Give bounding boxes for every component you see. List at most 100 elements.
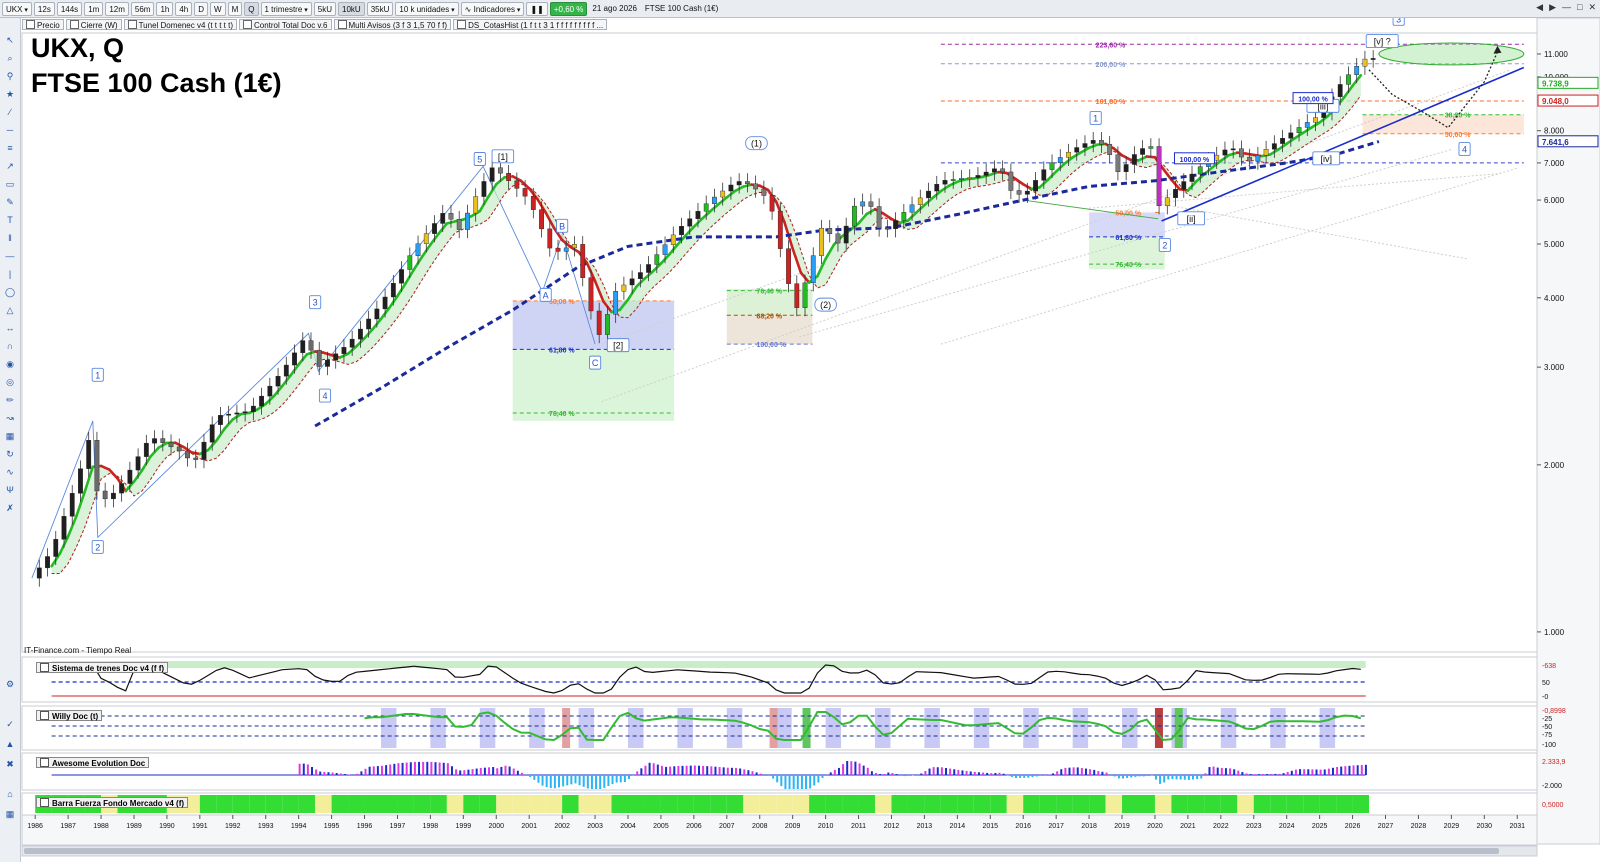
legend-multi-avisos[interactable]: Multi Avisos (3 f 3 1,5 70 f f) <box>333 19 452 30</box>
chart-canvas[interactable]: 11.00010.0008.0007.0006.0005.0004.0003.0… <box>0 0 1600 862</box>
awesome-bar <box>1257 774 1260 775</box>
text-icon[interactable]: T <box>4 214 16 226</box>
interval-d[interactable]: D <box>194 1 209 16</box>
pause-button[interactable]: ❚❚ <box>526 1 548 16</box>
symbol-select[interactable]: UKX <box>2 1 32 16</box>
ellipse-icon[interactable]: ◯ <box>4 286 16 298</box>
panel-label-trenes[interactable]: Sistema de trenes Doc v4 (f f) <box>36 662 169 673</box>
indicator-add-icon[interactable]: ⚙ <box>4 678 16 690</box>
cursor-icon[interactable]: ↖ <box>4 34 16 46</box>
star-icon[interactable]: ★ <box>4 88 16 100</box>
fib-icon[interactable]: ≡ <box>4 142 16 154</box>
awesome-bar <box>1171 775 1174 780</box>
awesome-bar <box>1290 770 1293 775</box>
awesome-bar <box>1068 767 1071 775</box>
channel-icon[interactable]: ‖ <box>4 232 16 244</box>
search-icon[interactable]: ⚲ <box>4 70 16 82</box>
interval-144s[interactable]: 144s <box>56 1 83 16</box>
units-5ku[interactable]: 5kU <box>313 1 336 16</box>
interval-q[interactable]: Q <box>244 1 259 16</box>
fuerza-bar <box>660 795 678 813</box>
awesome-bar <box>1134 775 1137 777</box>
candle-body <box>333 353 339 361</box>
forward-icon[interactable]: ▶ <box>1549 2 1556 13</box>
trendline-icon[interactable]: ∕ <box>4 106 16 118</box>
scrollbar-thumb[interactable] <box>24 848 1499 854</box>
candle-body <box>250 405 256 412</box>
awesome-bar <box>1154 775 1157 780</box>
cycle-icon[interactable]: ↻ <box>4 448 16 460</box>
check-icon[interactable]: ✓ <box>4 718 16 730</box>
triangle-icon[interactable]: △ <box>4 304 16 316</box>
awesome-bar <box>829 772 832 775</box>
wave-label: 1 <box>95 370 100 380</box>
legend-close[interactable]: Cierre (W) <box>65 19 122 30</box>
hline-icon[interactable]: — <box>4 250 16 262</box>
legend-price[interactable]: Precio <box>22 19 64 30</box>
vline-icon[interactable]: | <box>4 268 16 280</box>
interval-1m[interactable]: 1m <box>84 1 104 16</box>
candle-body <box>893 220 898 229</box>
year-label: 1997 <box>390 823 406 830</box>
interval-4h[interactable]: 4h <box>175 1 193 16</box>
brush-icon[interactable]: ✏ <box>4 394 16 406</box>
delete-drawings-icon[interactable]: ✗ <box>4 502 16 514</box>
candle-body <box>497 167 503 174</box>
interval-12m[interactable]: 12m <box>105 1 129 16</box>
awesome-bar <box>364 768 367 775</box>
line-icon[interactable]: ─ <box>4 124 16 136</box>
rectangle-icon[interactable]: ▭ <box>4 178 16 190</box>
awesome-bar <box>780 775 783 787</box>
interval-1h[interactable]: 1h <box>156 1 174 16</box>
wave-label: C <box>592 358 599 368</box>
interval-56m[interactable]: 56m <box>130 1 155 16</box>
interval-w[interactable]: W <box>210 1 226 16</box>
measure-icon[interactable]: ↔ <box>4 322 16 334</box>
home-icon[interactable]: ⌂ <box>4 788 16 800</box>
units-35ku[interactable]: 35kU <box>366 1 394 16</box>
close-icon[interactable]: ✕ <box>1588 2 1596 13</box>
fan-icon[interactable]: ↝ <box>4 412 16 424</box>
awesome-bar <box>1183 775 1186 780</box>
units-select[interactable]: 10 k unidades <box>395 1 459 16</box>
panel-label-awesome[interactable]: Awesome Evolution Doc <box>36 757 150 768</box>
checkbox-icon <box>337 20 347 29</box>
back-icon[interactable]: ◀ <box>1536 2 1543 13</box>
candle-body <box>218 415 223 425</box>
pitchfork-icon[interactable]: Ψ <box>4 484 16 496</box>
minimize-icon[interactable]: — <box>1562 2 1571 13</box>
legend-cotashist[interactable]: DS_CotasHist (1 f t t 3 1 f f f f f f f … <box>453 19 608 30</box>
candle-body <box>1074 147 1080 153</box>
magnet-icon[interactable]: ∩ <box>4 340 16 352</box>
thumbs-icon[interactable]: ▲ <box>4 738 16 750</box>
interval-m[interactable]: M <box>227 1 243 16</box>
eye-icon[interactable]: ◎ <box>4 376 16 388</box>
candle-body <box>341 347 347 354</box>
panel-label-willy[interactable]: Willy Doc (t) <box>36 710 103 721</box>
remove-icon[interactable]: ✖ <box>4 758 16 770</box>
awesome-bar <box>920 773 923 775</box>
maximize-icon[interactable]: □ <box>1577 2 1582 13</box>
awesome-bar <box>875 772 878 775</box>
arrow-icon[interactable]: ↗ <box>4 160 16 172</box>
awesome-bar <box>368 766 371 775</box>
candle-body <box>415 243 421 256</box>
units-10ku[interactable]: 10kU <box>338 1 365 16</box>
pen-icon[interactable]: ✎ <box>4 196 16 208</box>
fuerza-bar <box>1319 795 1337 813</box>
lock-icon[interactable]: ◉ <box>4 358 16 370</box>
interval-12s[interactable]: 12s <box>33 1 55 16</box>
panel-label-barra[interactable]: Barra Fuerza Fondo Mercado v4 (f) <box>36 797 189 808</box>
legend-tunel[interactable]: Tunel Domenec v4 (t t t t t) <box>123 19 237 30</box>
wave-icon[interactable]: ∿ <box>4 466 16 478</box>
awesome-bar <box>508 766 511 775</box>
fuerza-bar <box>825 795 843 813</box>
zoom-icon[interactable]: ⌕ <box>4 52 16 64</box>
indicators-button[interactable]: ∿ Indicadores <box>460 1 525 16</box>
gann-icon[interactable]: ▦ <box>4 430 16 442</box>
legend-control-total[interactable]: Control Total Doc v.6 <box>238 19 332 30</box>
grid-icon[interactable]: ▦ <box>4 808 16 820</box>
period-select[interactable]: 1 trimestre <box>260 1 312 16</box>
candle-body <box>777 211 783 249</box>
candle-body <box>572 244 577 249</box>
